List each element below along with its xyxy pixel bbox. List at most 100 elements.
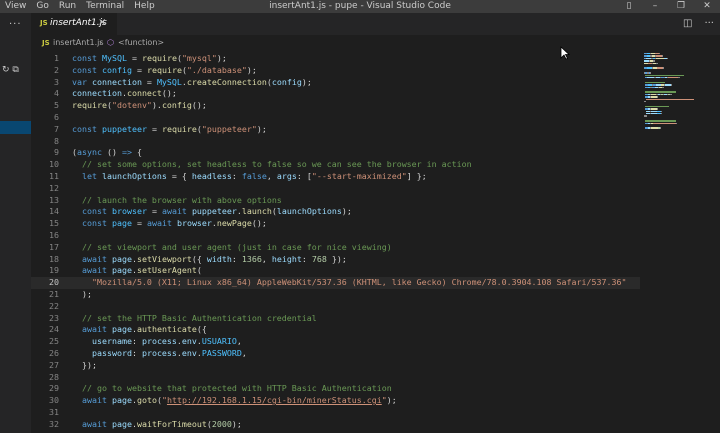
minimap-token: [656, 62, 658, 64]
code-text: await page.setViewport({ width: 1366, he…: [82, 253, 347, 264]
code-line[interactable]: 5 require("dotenv").config();: [31, 100, 640, 112]
code-line[interactable]: 3 var connection = MySQL.createConnection…: [31, 77, 640, 89]
minimap-token: [658, 53, 660, 55]
code-line[interactable]: 10 // set some options, set headless to …: [31, 159, 640, 171]
menu-bar: View Go Run Terminal Help: [0, 0, 160, 13]
minimap-token: [660, 110, 661, 112]
minimap-token: [668, 77, 678, 79]
code-line[interactable]: 12: [31, 183, 640, 195]
code-line[interactable]: 21 );: [31, 289, 640, 301]
line-number: 29: [49, 383, 59, 394]
line-number: 28: [49, 371, 59, 382]
menu-terminal[interactable]: Terminal: [81, 0, 129, 13]
restore-icon[interactable]: ❐: [668, 0, 694, 13]
code-line[interactable]: 31: [31, 407, 640, 419]
close-window-icon[interactable]: ✕: [694, 0, 720, 13]
code-text: // set the HTTP Basic Authentication cre…: [82, 312, 317, 323]
code-line[interactable]: 6: [31, 112, 640, 124]
js-file-icon: JS: [40, 19, 48, 27]
code-line[interactable]: 8: [31, 136, 640, 148]
sidebar: ··· ↻ ⧉: [0, 13, 31, 433]
line-number: 26: [49, 348, 59, 358]
code-line[interactable]: 4 connection.connect();: [31, 88, 640, 100]
code-text: const puppeteer = require("puppeteer");: [72, 123, 267, 134]
minimap-token: [653, 60, 655, 62]
code-line[interactable]: 1 const MySQL = require("mysql");: [31, 53, 640, 65]
split-editor-icon[interactable]: ◫: [683, 18, 692, 29]
line-number: 31: [49, 407, 59, 417]
code-text: // go to website that protected with HTT…: [82, 383, 392, 394]
refresh-collapse-icons[interactable]: ↻ ⧉: [2, 65, 19, 75]
minimize-icon[interactable]: –: [642, 0, 668, 13]
code-line[interactable]: 15 const page = await browser.newPage();: [31, 218, 640, 230]
code-line[interactable]: 30 await page.goto("http://192.168.1.15/…: [31, 395, 640, 407]
code-line[interactable]: 25 username: process.env.USUARIO,: [31, 336, 640, 348]
code-line[interactable]: 22: [31, 301, 640, 313]
vertical-scrollbar[interactable]: [712, 51, 720, 433]
code-text: // set viewport and user agent (just in …: [82, 241, 392, 252]
layout-icon[interactable]: ▯: [616, 0, 642, 13]
window-controls: ▯ – ❐ ✕: [616, 0, 720, 13]
tab-insertant1[interactable]: JS insertAnt1.js ×: [31, 13, 117, 35]
minimap-token: [662, 86, 664, 88]
line-number: 10: [49, 159, 59, 170]
menu-help[interactable]: Help: [129, 0, 160, 13]
code-line[interactable]: 2 const config = require("./database");: [31, 65, 640, 77]
code-line[interactable]: 26 password: process.env.PASSWORD,: [31, 348, 640, 360]
breadcrumb-file[interactable]: insertAnt1.js: [53, 38, 104, 47]
line-number: 14: [49, 206, 59, 217]
line-number: 5: [54, 100, 59, 111]
sidebar-selected-item[interactable]: [0, 121, 31, 134]
code-line[interactable]: 19 await page.setUserAgent(: [31, 265, 640, 277]
code-line[interactable]: 29 // go to website that protected with …: [31, 383, 640, 395]
minimap-token: [645, 105, 669, 108]
code-line[interactable]: 17 // set viewport and user agent (just …: [31, 242, 640, 254]
line-number: 21: [49, 289, 59, 299]
editor-actions: ◫ ···: [683, 18, 714, 29]
menu-view[interactable]: View: [0, 0, 31, 13]
minimap-token: [677, 77, 680, 79]
title-bar: insertAnt1.js - pupe - Visual Studio Cod…: [0, 0, 720, 13]
line-number: 9: [54, 147, 59, 158]
breadcrumb: JS insertAnt1.js › ⬡ <function>: [31, 35, 720, 51]
minimap-token: [644, 101, 646, 103]
close-icon[interactable]: ×: [98, 17, 106, 28]
minimap-token: [662, 67, 664, 69]
code-line[interactable]: 11 let launchOptions = { headless: false…: [31, 171, 640, 183]
code-line[interactable]: 16: [31, 230, 640, 242]
minimap-token: [655, 57, 664, 60]
minimap-token: [645, 81, 665, 84]
code-line[interactable]: 7 const puppeteer = require("puppeteer");: [31, 124, 640, 136]
minimap-token: [661, 55, 663, 57]
code-line[interactable]: 27 });: [31, 360, 640, 372]
code-text: await page.setUserAgent(: [82, 265, 202, 276]
code-line[interactable]: 13 // launch the browser with above opti…: [31, 195, 640, 207]
code-line[interactable]: 20 "Mozilla/5.0 (X11; Linux x86_64) Appl…: [31, 277, 640, 289]
code-text: connection.connect();: [72, 88, 177, 99]
code-line[interactable]: 28: [31, 372, 640, 384]
menu-run[interactable]: Run: [54, 0, 81, 13]
code-line[interactable]: 24 await page.authenticate({: [31, 324, 640, 336]
line-number: 30: [49, 395, 59, 406]
menu-go[interactable]: Go: [31, 0, 53, 13]
code-line[interactable]: 32 await page.waitForTimeout(2000);: [31, 419, 640, 431]
line-number: 25: [49, 336, 59, 347]
minimap[interactable]: [640, 51, 698, 171]
line-number: 2: [54, 64, 59, 75]
minimap-token: [660, 127, 661, 129]
code-line[interactable]: 14 const browser = await puppeteer.launc…: [31, 206, 640, 218]
code-text: await page.authenticate({: [82, 324, 207, 335]
code-line[interactable]: 18 await page.setViewport({ width: 1366,…: [31, 254, 640, 266]
breadcrumb-separator: ›: [99, 38, 103, 47]
code-line[interactable]: 23 // set the HTTP Basic Authentication …: [31, 313, 640, 325]
mouse-pointer-icon: [560, 46, 570, 60]
more-icon[interactable]: ···: [704, 18, 714, 29]
code-line[interactable]: 9 (async () => {: [31, 147, 640, 159]
code-text: // set some options, set headless to fal…: [82, 159, 472, 170]
code-editor[interactable]: 1 const MySQL = require("mysql"); 2 const c…: [31, 51, 640, 433]
more-actions-icon[interactable]: ···: [9, 19, 22, 30]
breadcrumb-symbol[interactable]: <function>: [118, 38, 164, 47]
line-number: 13: [49, 194, 59, 205]
code-text: username: process.env.USUARIO,: [91, 336, 242, 347]
line-number: 15: [49, 218, 59, 229]
